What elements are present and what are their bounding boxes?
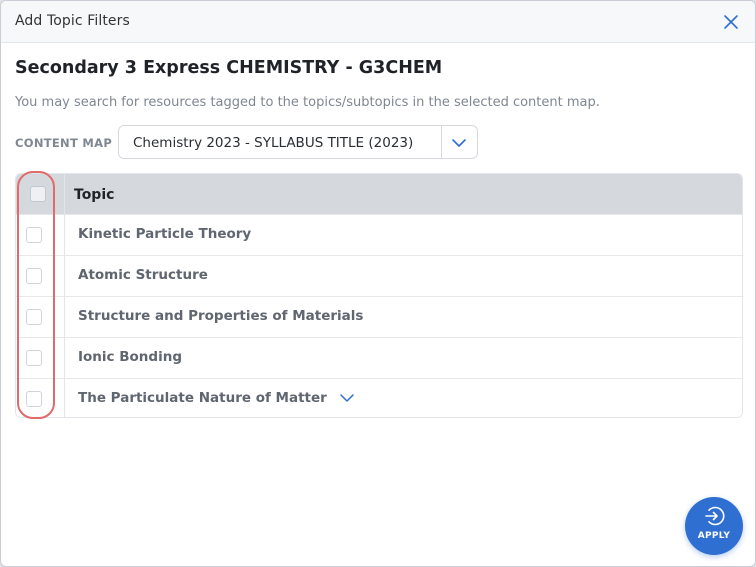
row-checkbox[interactable] [26, 268, 42, 284]
apply-button[interactable]: APPLY [685, 497, 743, 555]
topic-label: Kinetic Particle Theory [78, 226, 252, 242]
apply-button-label: APPLY [697, 531, 731, 541]
close-icon [724, 15, 738, 29]
dialog-title: Add Topic Filters [15, 13, 130, 29]
expand-chevron-down-icon[interactable] [339, 393, 354, 403]
topic-label: Atomic Structure [78, 267, 208, 283]
content-map-label: CONTENT MAP [15, 136, 113, 150]
chevron-down-icon [452, 139, 466, 147]
checkbox-column-divider [64, 174, 65, 417]
topic-table: Topic Kinetic Particle Theory Atomic Str… [15, 173, 743, 418]
row-checkbox[interactable] [26, 309, 42, 325]
row-checkbox[interactable] [26, 350, 42, 366]
table-row[interactable]: Structure and Properties of Materials [16, 296, 742, 337]
add-topic-filters-dialog: Add Topic Filters Secondary 3 Express CH… [0, 0, 756, 567]
table-header-row: Topic [16, 174, 742, 214]
select-divider [441, 126, 442, 158]
topic-label: The Particulate Nature of Matter [78, 390, 354, 406]
row-checkbox[interactable] [26, 227, 42, 243]
dialog-header: Add Topic Filters [1, 1, 755, 43]
page-title: Secondary 3 Express CHEMISTRY - G3CHEM [15, 58, 443, 78]
close-button[interactable] [721, 12, 741, 32]
topic-label: Structure and Properties of Materials [78, 308, 364, 324]
content-map-selected-value: Chemistry 2023 - SYLLABUS TITLE (2023) [133, 135, 414, 151]
dialog-description: You may search for resources tagged to t… [15, 95, 600, 110]
table-row[interactable]: Atomic Structure [16, 255, 742, 296]
topic-label-text: The Particulate Nature of Matter [78, 390, 327, 406]
table-row[interactable]: Kinetic Particle Theory [16, 214, 742, 255]
row-checkbox[interactable] [26, 391, 42, 407]
select-all-checkbox[interactable] [30, 186, 46, 202]
topic-column-header: Topic [74, 187, 115, 203]
content-map-select[interactable]: Chemistry 2023 - SYLLABUS TITLE (2023) [118, 125, 478, 159]
table-row[interactable]: The Particulate Nature of Matter [16, 378, 742, 417]
arrow-circle-right-icon [705, 506, 725, 526]
topic-label: Ionic Bonding [78, 349, 182, 365]
table-row[interactable]: Ionic Bonding [16, 337, 742, 378]
